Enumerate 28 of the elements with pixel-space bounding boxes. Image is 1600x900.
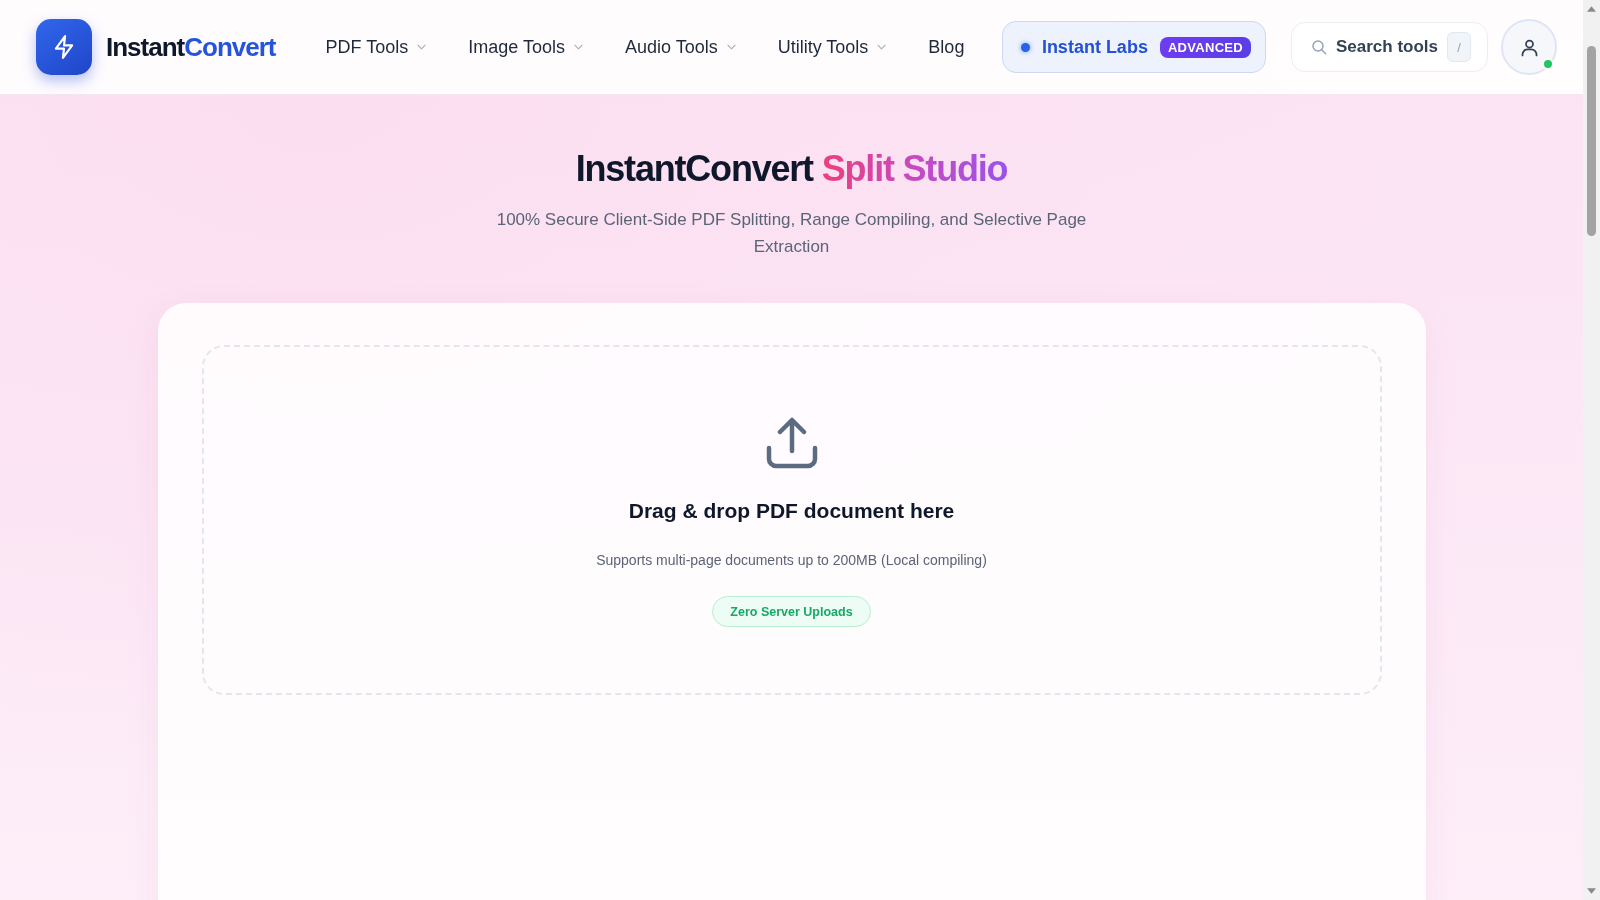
upload-dropzone[interactable]: Drag & drop PDF document here Supports multi-page documents up to 200MB (Local compiling) Zero Server Uploads xyxy=(201,345,1382,695)
page-subtitle: 100% Secure Client-Side PDF Splitting, Range Compiling, and Selective Page Extraction xyxy=(495,209,1088,258)
nav-menu-item[interactable]: Utility Tools xyxy=(777,30,887,64)
search-icon xyxy=(1311,39,1327,55)
caret-icon xyxy=(417,44,427,50)
nav-link[interactable]: Blog xyxy=(928,30,965,64)
nav-menu-item[interactable]: Audio Tools xyxy=(624,30,736,64)
logo-text[interactable]: InstantConvert xyxy=(106,31,276,63)
zero-uploads-badge: Zero Server Uploads xyxy=(712,596,871,627)
shortcut-key: / xyxy=(1447,32,1471,62)
dropzone-note: Supports multi-page documents up to 200MB (Local compiling) xyxy=(596,551,987,569)
nav-menu-item[interactable]: Image Tools xyxy=(468,30,583,64)
caret-icon xyxy=(877,44,887,50)
scroll-down-icon[interactable] xyxy=(1587,888,1596,894)
page-title: InstantConvert Split Studio xyxy=(575,147,1008,191)
lightning-bolt-icon[interactable] xyxy=(36,19,92,75)
scrollbar[interactable] xyxy=(1583,0,1600,900)
caret-icon xyxy=(726,44,736,50)
caret-icon xyxy=(573,44,583,50)
scrollbar-thumb[interactable] xyxy=(1587,46,1596,236)
nav-menu-item[interactable]: PDF Tools xyxy=(325,30,427,64)
advanced-badge: ADVANCED xyxy=(1159,36,1251,58)
dropzone-heading: Drag & drop PDF document here xyxy=(628,498,955,524)
instant-labs-button[interactable]: Instant Labs ADVANCED xyxy=(1001,21,1266,73)
scroll-up-icon[interactable] xyxy=(1587,6,1596,12)
user-avatar-button[interactable] xyxy=(1501,19,1557,75)
dot-icon xyxy=(1020,42,1030,52)
upload-icon xyxy=(764,417,819,471)
